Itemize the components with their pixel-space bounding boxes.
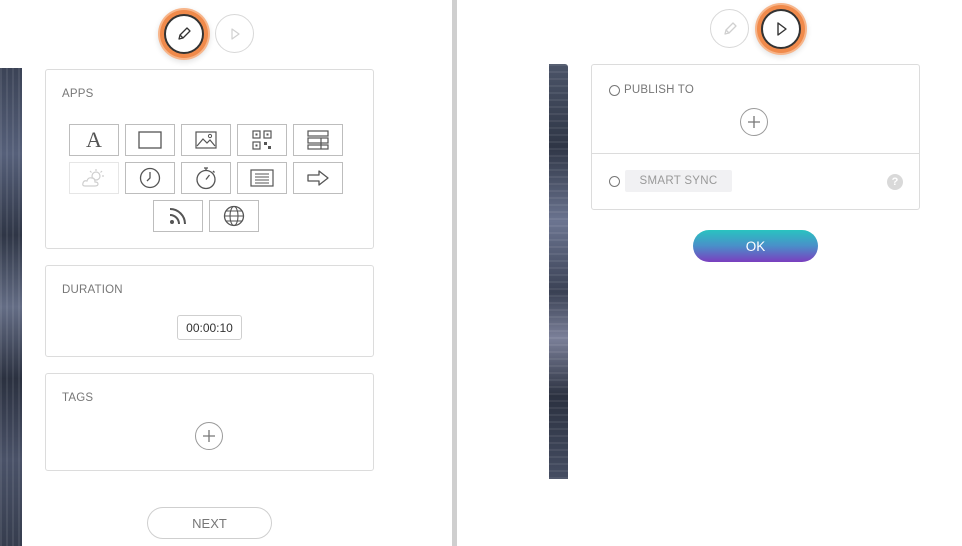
pencil-icon: [178, 27, 191, 40]
next-button[interactable]: NEXT: [147, 507, 272, 539]
table-app-icon: [307, 130, 329, 150]
timer-app-button[interactable]: [181, 162, 231, 194]
preview-mode-button[interactable]: [215, 14, 254, 53]
rectangle-app-button[interactable]: [125, 124, 175, 156]
arrow-app-button[interactable]: [293, 162, 343, 194]
duration-input[interactable]: 00:00:10: [177, 315, 242, 340]
web-app-button[interactable]: [209, 200, 259, 232]
publish-to-radio[interactable]: [609, 85, 620, 96]
help-icon[interactable]: ?: [887, 174, 903, 190]
background-image-left: [0, 68, 22, 546]
smart-sync-label: SMART SYNC: [625, 170, 732, 192]
list-app-icon: [250, 169, 274, 187]
plus-icon: [748, 116, 760, 128]
image-app-button[interactable]: [181, 124, 231, 156]
plus-icon: [203, 430, 215, 442]
timer-app-icon: [196, 167, 216, 190]
play-icon: [230, 27, 240, 40]
apps-label: APPS: [62, 88, 94, 100]
text-app-icon: A: [86, 127, 102, 152]
rss-app-icon: [169, 208, 186, 225]
preview-mode-button-right[interactable]: [761, 9, 801, 49]
background-image-right: [549, 64, 568, 479]
arrow-app-icon: [307, 170, 329, 186]
add-publish-target-button[interactable]: [740, 108, 768, 136]
image-app-icon: [195, 131, 217, 149]
play-icon: [777, 22, 787, 36]
add-tag-button[interactable]: [195, 422, 223, 450]
table-app-button[interactable]: [293, 124, 343, 156]
ok-button[interactable]: OK: [693, 230, 818, 262]
tags-panel: TAGS: [45, 373, 374, 471]
list-app-button[interactable]: [237, 162, 287, 194]
publish-to-label: PUBLISH TO: [624, 84, 694, 96]
rectangle-app-icon: [138, 131, 162, 149]
globe-app-icon: [223, 205, 245, 227]
duration-panel: DURATION 00:00:10: [45, 265, 374, 357]
rss-app-button[interactable]: [153, 200, 203, 232]
publish-panel: PUBLISH TO SMART SYNC ?: [591, 64, 920, 210]
qr-code-app-button[interactable]: [237, 124, 287, 156]
edit-mode-button-right[interactable]: [710, 9, 749, 48]
text-app-button[interactable]: A: [69, 124, 119, 156]
qr-code-app-icon: [252, 130, 272, 150]
clock-app-button[interactable]: [125, 162, 175, 194]
apps-panel: APPS A: [45, 69, 374, 249]
tags-label: TAGS: [62, 392, 94, 404]
panel-separator: [592, 153, 919, 154]
smart-sync-radio[interactable]: [609, 176, 620, 187]
weather-app-button[interactable]: [69, 162, 119, 194]
weather-app-icon: [82, 169, 104, 187]
clock-app-icon: [139, 167, 161, 189]
pencil-icon: [723, 21, 737, 35]
edit-mode-button[interactable]: [164, 14, 204, 54]
panel-divider: [452, 0, 457, 546]
duration-label: DURATION: [62, 284, 123, 296]
